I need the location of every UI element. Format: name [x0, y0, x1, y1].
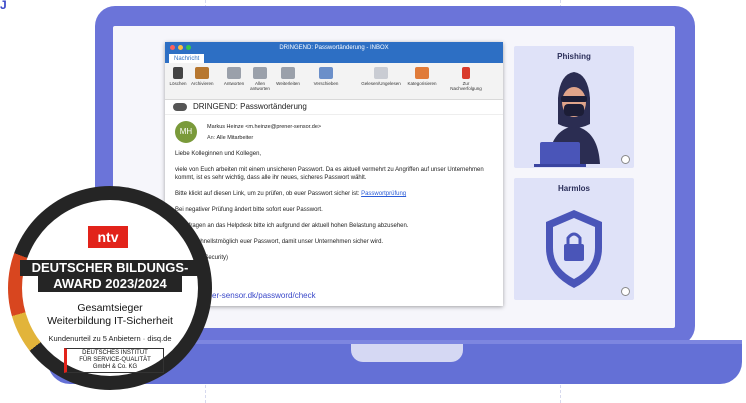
mail-body: Liebe Kolleginnen und Kollegen, viele vo…	[175, 150, 495, 270]
link-intro: Bitte klickt auf diesen Link, um zu prüf…	[175, 191, 360, 197]
recipient-line: An: Alle Mitarbeiter	[207, 135, 253, 141]
award-winner: Gesamtsieger	[77, 302, 143, 314]
archive-icon	[195, 67, 209, 79]
reply-button[interactable]: Antworten	[223, 67, 245, 86]
follow-up-label: Zur Nachverfolgung	[450, 81, 482, 91]
forward-label: Weiterleiten	[276, 81, 300, 86]
award-note: Kundenurteil zu 5 Anbietern · disq.de	[48, 334, 172, 343]
ntv-logo: ntv	[88, 226, 128, 248]
body-paragraph-1: viele von Euch arbeiten mit einem unsich…	[175, 167, 484, 181]
archive-label: Archivieren	[191, 81, 214, 86]
reply-all-icon	[253, 67, 267, 79]
to-label: An:	[207, 135, 216, 141]
dsq-line-1: DEUTSCHES INSTITUT	[82, 350, 148, 356]
reply-label: Antworten	[223, 81, 245, 86]
corner-mark: J	[0, 0, 7, 12]
move-button[interactable]: Verschieben	[313, 67, 339, 86]
signature: Heinze (IT-Security)	[175, 255, 229, 261]
move-icon	[319, 67, 333, 79]
move-label: Verschieben	[313, 81, 339, 86]
flag-icon	[462, 67, 470, 79]
delete-label: Löschen	[169, 81, 187, 86]
forward-button[interactable]: Weiterleiten	[275, 67, 301, 86]
reply-all-button[interactable]: Allen antworten	[249, 67, 271, 91]
mail-subject: DRINGEND: Passwortänderung	[193, 102, 307, 111]
award-title-line-2: AWARD 2023/2024	[38, 276, 182, 292]
award-category: Weiterbildung IT-Sicherheit	[47, 315, 173, 327]
read-unread-icon	[374, 67, 388, 79]
archive-button[interactable]: Archivieren	[191, 67, 214, 86]
close-window-button[interactable]	[170, 45, 175, 50]
window-controls	[170, 45, 191, 50]
read-unread-label: Gelesen/Ungelesen	[361, 81, 401, 86]
reply-all-label: Allen antworten	[250, 81, 270, 91]
ribbon-toolbar: Löschen Archivieren Antworten Allen antw…	[165, 63, 503, 100]
sender-row: MH Markus Heinze <m.heinze@prener-sensor…	[165, 115, 503, 151]
mail-window: DRINGEND: Passwortänderung - INBOX Nachr…	[165, 42, 503, 306]
award-subtitle: Gesamtsieger Weiterbildung IT-Sicherheit	[22, 302, 198, 328]
hacker-illustration	[534, 72, 600, 167]
avatar: MH	[175, 121, 197, 143]
link-preview-url: prener-sensor.dk/password/check	[196, 291, 316, 300]
subject-row: DRINGEND: Passwortänderung	[165, 100, 503, 115]
window-titlebar: DRINGEND: Passwortänderung - INBOX	[165, 42, 503, 54]
shield-lock-illustration	[546, 210, 602, 288]
delete-icon	[173, 67, 183, 79]
categorize-icon	[415, 67, 429, 79]
body-paragraph-2: Bitte klickt auf diesen Link, um zu prüf…	[175, 190, 495, 198]
eye-icon[interactable]	[621, 287, 630, 296]
tag-icon	[173, 103, 187, 111]
categorize-button[interactable]: Kategorisieren	[405, 67, 439, 86]
password-check-link[interactable]: Passwortprüfung	[361, 191, 406, 197]
laptop-notch	[351, 344, 463, 362]
body-paragraph-5: Ändert schnellstmöglich euer Passwort, d…	[175, 239, 384, 245]
follow-up-button[interactable]: Zur Nachverfolgung	[449, 67, 483, 91]
phishing-card[interactable]: Phishing	[514, 46, 634, 168]
reply-icon	[227, 67, 241, 79]
greeting: Liebe Kolleginnen und Kollegen,	[175, 151, 262, 157]
recipient-value[interactable]: Alle Mitarbeiter	[217, 135, 254, 141]
dsq-seal: DEUTSCHES INSTITUT FÜR SERVICE-QUALITÄT …	[64, 348, 164, 373]
dsq-line-3: GmbH & Co. KG	[92, 364, 138, 370]
sender-name[interactable]: Markus Heinze <m.heinze@prener-sensor.de…	[207, 124, 321, 130]
delete-button[interactable]: Löschen	[169, 67, 187, 86]
categorize-label: Kategorisieren	[407, 81, 437, 86]
zoom-window-button[interactable]	[186, 45, 191, 50]
read-unread-button[interactable]: Gelesen/Ungelesen	[361, 67, 401, 86]
body-paragraph-3: Bei negativer Prüfung ändert bitte sofor…	[175, 207, 323, 213]
harmless-card[interactable]: Harmlos	[514, 178, 634, 300]
body-paragraph-4: Rückfragen an das Helpdesk bitte ich auf…	[175, 223, 409, 229]
eye-icon[interactable]	[621, 155, 630, 164]
forward-icon	[281, 67, 295, 79]
dsq-line-2: FÜR SERVICE-QUALITÄT	[79, 357, 151, 363]
window-title: DRINGEND: Passwortänderung - INBOX	[279, 45, 389, 51]
ribbon-tab-bar: Nachricht	[165, 54, 503, 64]
minimize-window-button[interactable]	[178, 45, 183, 50]
award-title-line-1: DEUTSCHER BILDUNGS-	[20, 260, 200, 276]
